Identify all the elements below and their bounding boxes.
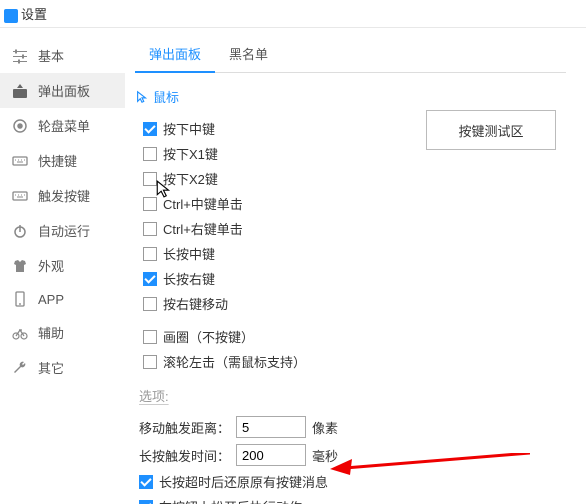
opt-unit: 毫秒 bbox=[312, 446, 338, 465]
check-label: 画圈（不按键） bbox=[163, 327, 254, 346]
device-icon bbox=[12, 291, 28, 307]
sidebar-label: 自动运行 bbox=[38, 221, 90, 240]
check-label: 长按中键 bbox=[163, 244, 215, 263]
section-mouse: 鼠标 bbox=[135, 87, 566, 106]
sidebar-item-popup[interactable]: 弹出面板 bbox=[0, 73, 125, 108]
checkbox-icon bbox=[143, 122, 157, 136]
sidebar-label: 弹出面板 bbox=[38, 81, 90, 100]
sidebar-item-wheel[interactable]: 轮盘菜单 bbox=[0, 108, 125, 143]
sidebar-label: 触发按键 bbox=[38, 186, 90, 205]
power-icon bbox=[12, 223, 28, 239]
checkbox-icon bbox=[139, 500, 153, 504]
check-circle[interactable]: 画圈（不按键） bbox=[135, 324, 566, 349]
check-label: 滚轮左击（需鼠标支持） bbox=[163, 352, 306, 371]
check-label: 在按钮上松开后执行动作 bbox=[159, 497, 302, 504]
sidebar-label: 快捷键 bbox=[38, 151, 77, 170]
wrench-icon bbox=[12, 360, 28, 376]
sidebar-item-basic[interactable]: 基本 bbox=[0, 38, 125, 73]
checkbox-icon bbox=[143, 355, 157, 369]
sidebar-label: 轮盘菜单 bbox=[38, 116, 90, 135]
key-test-area[interactable]: 按键测试区 bbox=[426, 110, 556, 150]
sidebar-label: 外观 bbox=[38, 256, 64, 275]
sidebar-item-assist[interactable]: 辅助 bbox=[0, 315, 125, 350]
sidebar-item-trigger[interactable]: 触发按键 bbox=[0, 178, 125, 213]
check-label: 长按超时后还原原有按键消息 bbox=[159, 472, 328, 491]
check-label: 按下X1键 bbox=[163, 144, 218, 163]
sidebar-item-app[interactable]: APP bbox=[0, 283, 125, 315]
check-x2[interactable]: 按下X2键 bbox=[135, 166, 566, 191]
checkbox-icon bbox=[143, 297, 157, 311]
move-distance-input[interactable] bbox=[236, 416, 306, 438]
sidebar-item-hotkey[interactable]: 快捷键 bbox=[0, 143, 125, 178]
check-ctrl-mid[interactable]: Ctrl+中键单击 bbox=[135, 191, 566, 216]
checkbox-icon bbox=[143, 330, 157, 344]
bike-icon bbox=[12, 325, 28, 341]
sidebar-label: 其它 bbox=[38, 358, 64, 377]
opt-unit: 像素 bbox=[312, 418, 338, 437]
check-label: 按下X2键 bbox=[163, 169, 218, 188]
checkbox-icon bbox=[143, 172, 157, 186]
title-text: 设置 bbox=[21, 7, 47, 22]
sidebar-label: 辅助 bbox=[38, 323, 64, 342]
sidebar-label: APP bbox=[38, 292, 64, 307]
sidebar-item-autorun[interactable]: 自动运行 bbox=[0, 213, 125, 248]
checkbox-icon bbox=[143, 197, 157, 211]
panel-icon bbox=[12, 83, 28, 99]
tabs: 弹出面板 黑名单 bbox=[135, 38, 566, 73]
sliders-icon bbox=[12, 48, 28, 64]
check-scroll-left[interactable]: 滚轮左击（需鼠标支持） bbox=[135, 349, 566, 374]
keyboard-icon bbox=[12, 153, 28, 169]
sidebar-item-appearance[interactable]: 外观 bbox=[0, 248, 125, 283]
tab-blacklist[interactable]: 黑名单 bbox=[215, 38, 282, 72]
checkbox-icon bbox=[143, 272, 157, 286]
cursor-icon bbox=[135, 90, 149, 104]
check-long-right[interactable]: 长按右键 bbox=[135, 266, 566, 291]
options-heading: 选项: bbox=[139, 386, 566, 405]
window-title: 设置 bbox=[0, 0, 586, 28]
opt-label: 移动触发距离： bbox=[139, 418, 230, 437]
opt-long-press: 长按触发时间： 毫秒 bbox=[135, 441, 566, 469]
checkbox-icon bbox=[143, 222, 157, 236]
check-label: 按右键移动 bbox=[163, 294, 228, 313]
check-label: Ctrl+右键单击 bbox=[163, 219, 243, 238]
checkbox-icon bbox=[143, 247, 157, 261]
sidebar-label: 基本 bbox=[38, 46, 64, 65]
opt-move-dist: 移动触发距离： 像素 bbox=[135, 413, 566, 441]
check-ctrl-right[interactable]: Ctrl+右键单击 bbox=[135, 216, 566, 241]
opt-label: 长按触发时间： bbox=[139, 446, 230, 465]
sidebar: 基本 弹出面板 轮盘菜单 快捷键 触发按键 自动运行 外观 APP 辅助 其它 bbox=[0, 28, 125, 504]
sidebar-item-other[interactable]: 其它 bbox=[0, 350, 125, 385]
check-right-move[interactable]: 按右键移动 bbox=[135, 291, 566, 316]
section-label: 鼠标 bbox=[153, 87, 179, 106]
check-label: 长按右键 bbox=[163, 269, 215, 288]
content-area: 弹出面板 黑名单 鼠标 按下中键 按下X1键 按下X2键 Ctrl+中键单击 C… bbox=[125, 28, 586, 504]
keyboard-icon bbox=[12, 188, 28, 204]
checkbox-icon bbox=[139, 475, 153, 489]
check-label: Ctrl+中键单击 bbox=[163, 194, 243, 213]
wheel-icon bbox=[12, 118, 28, 134]
opt-release[interactable]: 在按钮上松开后执行动作 bbox=[135, 494, 566, 504]
check-long-mid[interactable]: 长按中键 bbox=[135, 241, 566, 266]
opt-restore[interactable]: 长按超时后还原原有按键消息 bbox=[135, 469, 566, 494]
check-label: 按下中键 bbox=[163, 119, 215, 138]
app-icon bbox=[4, 9, 18, 23]
tshirt-icon bbox=[12, 258, 28, 274]
long-press-input[interactable] bbox=[236, 444, 306, 466]
tab-popup[interactable]: 弹出面板 bbox=[135, 38, 215, 73]
checkbox-icon bbox=[143, 147, 157, 161]
